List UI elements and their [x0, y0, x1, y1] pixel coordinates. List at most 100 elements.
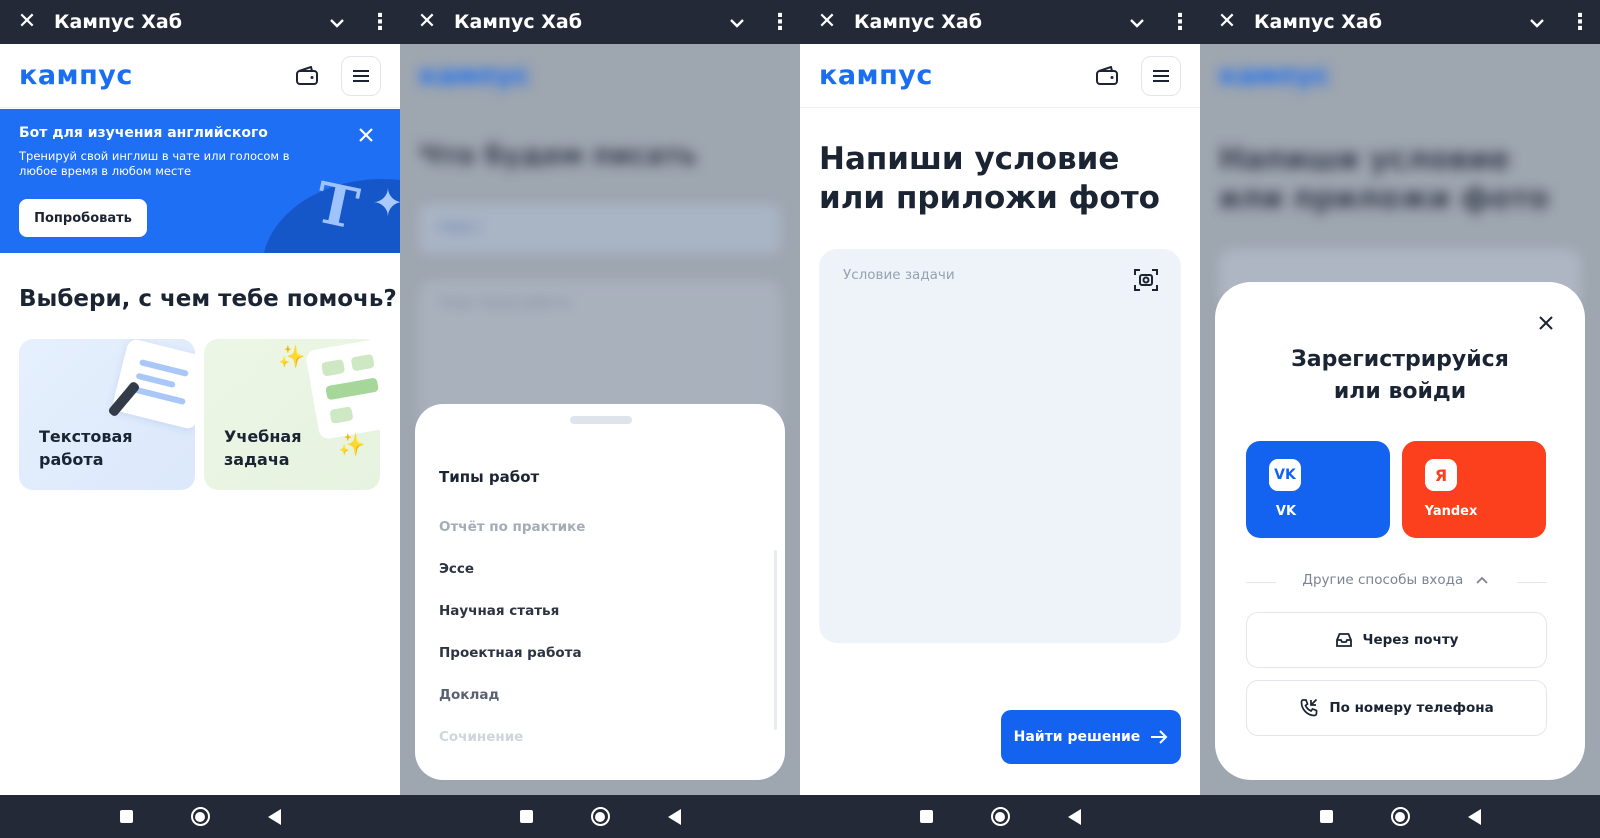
modal-title: Зарегистрируйся или войди [1291, 347, 1509, 404]
recent-apps-icon[interactable] [519, 810, 533, 823]
vk-label: VK [1275, 504, 1297, 519]
back-icon[interactable] [1067, 808, 1081, 825]
blurred-title: Напиши условие или приложи фото [1219, 142, 1549, 216]
chevron-down-icon[interactable] [1114, 13, 1160, 32]
list-item[interactable]: Доклад [439, 687, 499, 703]
app-title: Кампус Хаб [1254, 11, 1383, 33]
app-title: Кампус Хаб [54, 11, 183, 33]
browser-topbar: ✕ Кампус Хаб ⋮ [800, 0, 1200, 44]
list-item[interactable]: Отчёт по практике [439, 519, 585, 535]
chevron-down-icon[interactable] [314, 13, 360, 32]
arrow-right-icon [1151, 730, 1168, 744]
vk-login-button[interactable]: VK VK [1246, 441, 1390, 538]
back-icon[interactable] [1467, 808, 1481, 825]
browser-topbar: ✕ Кампус Хаб ⋮ [1200, 0, 1600, 44]
logo[interactable]: кампус [819, 60, 1095, 91]
grid-illustration [304, 339, 380, 441]
phone-button-label: По номеру телефона [1329, 700, 1494, 716]
mail-icon [1335, 633, 1352, 647]
wallet-icon[interactable] [295, 65, 319, 86]
email-login-button[interactable]: Через почту [1246, 612, 1547, 668]
app-title: Кампус Хаб [454, 11, 583, 33]
list-item[interactable]: Проектная работа [439, 645, 582, 661]
home-icon[interactable] [190, 807, 210, 826]
chevron-down-icon[interactable] [1514, 13, 1560, 32]
screen-work-types: ✕ Кампус Хаб ⋮ кампус Что будем писать Р… [400, 0, 800, 838]
yandex-login-button[interactable]: Я Yandex [1402, 441, 1546, 538]
paper-illustration [111, 339, 195, 431]
blurred-select: Работ [419, 204, 781, 254]
back-icon[interactable] [667, 808, 681, 825]
site-header: кампус [800, 44, 1200, 108]
page-title: Выбери, с чем тебе помочь? [19, 286, 397, 312]
more-icon[interactable]: ⋮ [1560, 10, 1600, 35]
sparkle-icon: ✨ [338, 433, 366, 458]
list-item[interactable]: Сочинение [439, 729, 523, 745]
promo-banner[interactable]: T ✦ Бот для изучения английского Трениру… [0, 109, 400, 253]
card-study-task[interactable]: ✨ ✨ Учебная задача [204, 339, 380, 490]
chevron-down-icon[interactable] [714, 13, 760, 32]
app-title: Кампус Хаб [854, 11, 983, 33]
find-solution-button[interactable]: Найти решение [1001, 710, 1181, 764]
textarea-placeholder: Условие задачи [843, 267, 955, 283]
yandex-icon: Я [1425, 459, 1457, 491]
more-icon[interactable]: ⋮ [360, 10, 400, 35]
system-navbar [1200, 795, 1600, 838]
home-icon[interactable] [590, 807, 610, 826]
close-icon[interactable] [356, 125, 376, 145]
card-text-work[interactable]: Текстовая работа [19, 339, 195, 490]
more-icon[interactable]: ⋮ [760, 10, 800, 35]
try-button[interactable]: Попробовать [19, 199, 147, 237]
system-navbar [800, 795, 1200, 838]
other-methods-label: Другие способы входа [1302, 572, 1464, 588]
system-navbar [400, 795, 800, 838]
card-label: Текстовая работа [39, 427, 133, 469]
button-label: Найти решение [1013, 729, 1141, 745]
sheet-grabber[interactable] [570, 416, 632, 424]
logo[interactable]: кампус [19, 60, 295, 91]
system-navbar [0, 795, 400, 838]
list-item[interactable]: Научная статья [439, 603, 559, 619]
phone-login-button[interactable]: По номеру телефона [1246, 680, 1547, 736]
close-icon[interactable]: ✕ [400, 0, 454, 44]
page-title: Напиши условие или приложи фото [819, 141, 1160, 216]
auth-modal: Зарегистрируйся или войди VK VK Я Yandex … [1215, 282, 1585, 780]
scrollbar[interactable] [774, 550, 777, 730]
menu-icon [353, 69, 369, 82]
screen-login: ✕ Кампус Хаб ⋮ кампус Напиши условие или… [1200, 0, 1600, 838]
browser-topbar: ✕ Кампус Хаб ⋮ [400, 0, 800, 44]
bottom-sheet: Типы работ Отчёт по практике Эссе Научна… [415, 404, 785, 780]
email-button-label: Через почту [1362, 632, 1459, 648]
task-textarea[interactable]: Условие задачи [819, 249, 1181, 643]
screen-task-input: ✕ Кампус Хаб ⋮ кампус Напиши условие или… [800, 0, 1200, 838]
banner-title: Бот для изучения английского [19, 125, 268, 141]
chevron-up-icon [1475, 576, 1488, 584]
close-icon[interactable]: ✕ [800, 0, 854, 44]
close-icon[interactable]: ✕ [0, 0, 54, 44]
close-icon[interactable]: ✕ [1200, 0, 1254, 44]
recent-apps-icon[interactable] [119, 810, 133, 823]
camera-scan-icon[interactable] [1133, 267, 1159, 293]
recent-apps-icon[interactable] [919, 810, 933, 823]
more-icon[interactable]: ⋮ [1160, 10, 1200, 35]
card-label: Учебная задача [224, 427, 302, 469]
close-icon[interactable] [1537, 314, 1555, 332]
menu-button[interactable] [1141, 55, 1181, 96]
recent-apps-icon[interactable] [1319, 810, 1333, 823]
home-icon[interactable] [990, 807, 1010, 826]
menu-button[interactable] [341, 55, 381, 96]
sparkle-icon: ✨ [278, 345, 306, 370]
blurred-title: Что будем писать [419, 140, 697, 171]
screens-row: ✕ Кампус Хаб ⋮ кампус T ✦ Бот для изучен… [0, 0, 1600, 838]
browser-topbar: ✕ Кампус Хаб ⋮ [0, 0, 400, 44]
wallet-icon[interactable] [1095, 65, 1119, 86]
banner-text: Тренируй свой инглиш в чате или голосом … [19, 149, 290, 178]
back-icon[interactable] [267, 808, 281, 825]
logo: кампус [419, 60, 530, 91]
list-item[interactable]: Эссе [439, 561, 474, 577]
other-methods-toggle[interactable]: Другие способы входа [1215, 572, 1575, 588]
sheet-title: Типы работ [439, 468, 540, 486]
home-icon[interactable] [1390, 807, 1410, 826]
star-icon: ✦ [372, 181, 400, 225]
logo: кампус [1219, 60, 1330, 91]
